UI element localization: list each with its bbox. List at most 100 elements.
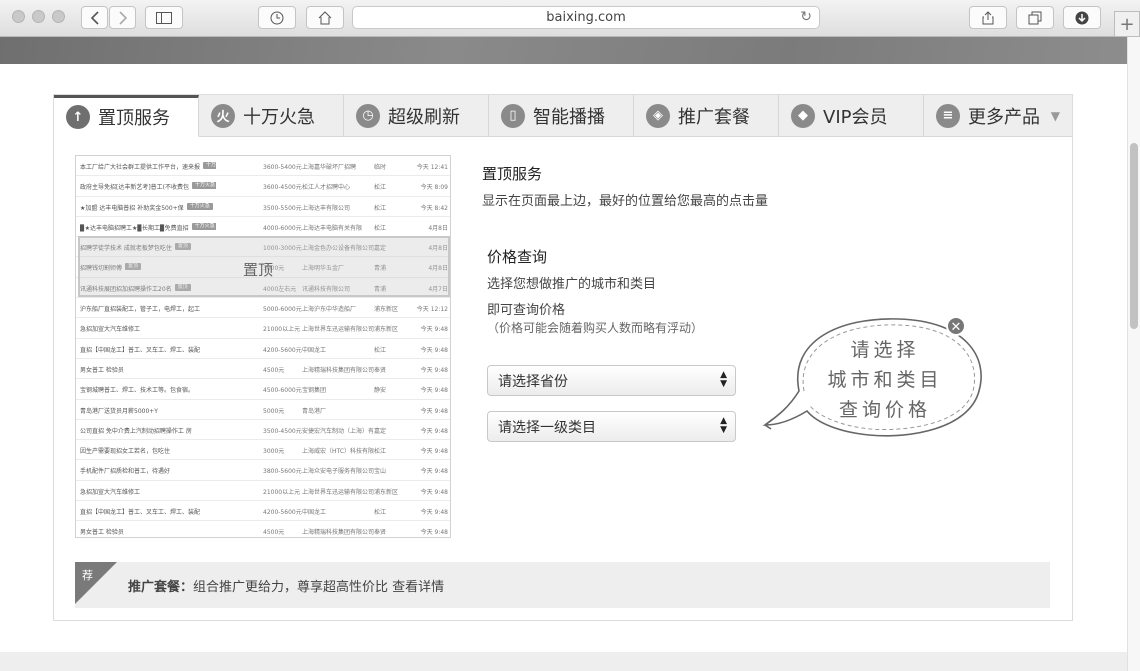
listing-title: 本工厂给广大社会群工提供工作平台，速来报 xyxy=(80,164,201,171)
tab-4[interactable]: ◈ 推广套餐 xyxy=(634,95,779,137)
listing-tag-badge: 十万火急 xyxy=(186,202,213,210)
listing-title-cell: 因生产需要现招女工若名，包吃住 xyxy=(80,446,216,455)
listing-salary: 3600-5400元 xyxy=(263,164,302,171)
tab-label: 更多产品 xyxy=(968,106,1040,128)
category-select-value: 请选择一级类目 xyxy=(498,419,596,436)
tab-3[interactable]: ▯ 智能播播 xyxy=(489,95,634,137)
listing-company: 上海众安电子服务有限公司 xyxy=(302,468,374,476)
listing-company: 松江人才招聘中心 xyxy=(302,184,351,192)
arrow-up-circle-icon: ↑ xyxy=(66,105,90,129)
listing-area: 松江 xyxy=(374,346,387,354)
scrollbar-thumb[interactable] xyxy=(1130,143,1138,329)
clock-refresh-icon: ◷ xyxy=(356,103,380,128)
listing-title-cell: 手机配件厂招质检和普工，待遇好 xyxy=(80,466,216,475)
listing-company: 上海嘉华破坏厂招聘 xyxy=(302,164,357,171)
category-select[interactable]: 请选择一级类目 ▲ ▼ xyxy=(487,411,736,442)
close-window-button[interactable] xyxy=(12,10,25,23)
chevron-down-icon: ▼ xyxy=(1050,109,1060,123)
new-tab-button[interactable]: + xyxy=(1114,11,1140,37)
tabs-overview-button[interactable] xyxy=(1016,6,1054,29)
address-bar[interactable]: baixing.com ↻ xyxy=(352,6,820,29)
listing-title-cell: ★加盟 达丰电脑普招 补助奖金500+保 十万火急 xyxy=(80,202,216,212)
listing-time: 今天 9:48 xyxy=(420,366,448,374)
listing-company: 上海精瑞科技集团有限公司 xyxy=(302,529,374,537)
listing-tag-badge: 十万火急 xyxy=(203,162,216,169)
hint-bubble: 请选择 城市和类目 查询价格 ✕ xyxy=(759,311,1019,441)
back-button[interactable] xyxy=(81,6,108,29)
price-query-title: 价格查询 xyxy=(487,248,548,266)
tab-6[interactable]: ≡ 更多产品 ▼ xyxy=(924,95,1072,137)
listing-row: ▉★达丰电脑招聘工★▉长期工▉免费直招 十万火急 4000-6000元 上海达丰电脑有… xyxy=(76,217,450,238)
downloads-button[interactable] xyxy=(1063,6,1101,29)
province-select[interactable]: 请选择省份 ▲ ▼ xyxy=(487,365,736,396)
listing-time: 今天 8:09 xyxy=(420,184,448,192)
listing-salary: 3500-5500元 xyxy=(263,204,302,212)
listing-company: 安捷宏汽车制动（上海）有 xyxy=(302,427,374,435)
header-banner xyxy=(0,37,1127,64)
listing-salary: 21000以上元 xyxy=(263,488,301,496)
download-icon xyxy=(1075,11,1089,24)
listing-area: 奉贤 xyxy=(374,529,387,537)
listing-area: 松江 xyxy=(374,224,387,232)
listing-time: 今天 9:48 xyxy=(420,468,448,476)
listing-title-cell: 政府主导免招[达丰新艺考]普工(不收费包 十万火急 xyxy=(80,182,216,191)
price-query-note: （价格可能会随着购买人数而略有浮动） xyxy=(487,321,704,335)
product-panel: ↑ 置顶服务 火十万火急 ◷ 超级刷新 ▯ 智能播播 ◈ 推广套餐 ◆ VIP会员 ≡ 更多产品 ▼ 本工… xyxy=(53,94,1073,621)
listing-time: 今天 9:48 xyxy=(420,509,448,517)
listing-salary: 21000以上元 xyxy=(263,326,301,334)
forward-button[interactable] xyxy=(109,6,136,29)
listing-area: 临时 xyxy=(374,164,387,171)
listing-title-cell: 本工厂给广大社会群工提供工作平台，速来报十万火急 xyxy=(80,162,216,171)
flame-icon: 火 xyxy=(211,103,235,128)
share-button[interactable] xyxy=(969,6,1007,29)
tab-1[interactable]: 火十万火急 xyxy=(199,95,344,137)
select-arrows-icon: ▲ ▼ xyxy=(720,416,727,435)
listing-time: 今天 12:41 xyxy=(416,164,448,171)
footer-band xyxy=(0,652,1127,671)
listing-time: 今天 9:48 xyxy=(420,346,448,354)
history-button[interactable] xyxy=(258,6,296,29)
view-details-link[interactable]: 查看详情 xyxy=(392,580,444,595)
listing-title-cell: 男女普工 检验员 xyxy=(80,365,216,374)
listing-row: 直招【中国龙工】普工、叉车工、焊工、装配 4200-5600元 中国龙工 松江 今天 9… xyxy=(76,339,450,359)
minimize-window-button[interactable] xyxy=(32,10,45,23)
listing-salary: 3800-5600元 xyxy=(263,468,302,476)
listing-time: 今天 9:48 xyxy=(420,448,448,456)
sidebar-button[interactable] xyxy=(145,6,183,29)
listing-title: 宝钢城聘普工、焊工、技术工等。包食宿。 xyxy=(80,387,195,395)
listing-company: 宝钢集团 xyxy=(302,387,327,395)
home-icon xyxy=(318,10,332,24)
clock-icon xyxy=(270,11,284,24)
listing-row: 急招加宣大汽车维修工 21000以上元 上海世界车迅运输有限公司 浦东新区 今天 9:4… xyxy=(76,318,450,339)
listing-title: 青岛港厂送货员月薪5000+Y xyxy=(80,407,158,415)
home-button[interactable] xyxy=(306,6,344,29)
price-query-instruction: 选择您想做推广的城市和类目 xyxy=(487,277,657,292)
tab-0[interactable]: ↑ 置顶服务 xyxy=(54,95,199,137)
chevron-right-icon xyxy=(118,10,127,25)
recommend-label: 推广套餐： xyxy=(128,580,194,595)
listing-row: ★加盟 达丰电脑普招 补助奖金500+保 十万火急 3500-5500元 上海达丰有限… xyxy=(76,197,450,217)
listing-title-cell: 公司直招 免中介费上汽制动招聘操作工 房 xyxy=(80,426,216,435)
listing-row: 因生产需要现招女工若名，包吃住 3000元 上海威宏（HTC）科技有限 松江 今天 9:… xyxy=(76,440,450,461)
service-title: 置顶服务 xyxy=(482,165,543,183)
tab-2[interactable]: ◷ 超级刷新 xyxy=(344,95,489,137)
listing-time: 4月8日 xyxy=(428,224,448,232)
listing-title: 男女普工 检验员 xyxy=(80,366,124,374)
chevron-left-icon xyxy=(90,10,99,25)
tab-label: 智能播播 xyxy=(533,106,605,128)
bubble-line-1: 请选择 xyxy=(850,339,920,361)
list-icon: ≡ xyxy=(936,103,960,128)
listing-row: 直招【中国龙工】普工、叉车工、焊工、装配 4200-5600元 中国龙工 松江 今天 9… xyxy=(76,501,450,522)
listing-preview: 本工厂给广大社会群工提供工作平台，速来报十万火急 3600-5400元上海嘉华破坏… xyxy=(75,155,451,538)
reload-icon[interactable]: ↻ xyxy=(800,9,812,25)
listing-company: 上海世界车迅运输有限公司 xyxy=(302,488,374,496)
tab-5[interactable]: ◆ VIP会员 xyxy=(779,95,924,137)
listing-title: 公司直招 免中介费上汽制动招聘操作工 房 xyxy=(80,427,192,435)
recommend-text: 推广套餐：组合推广更给力，尊享超高性价比 查看详情 xyxy=(128,576,444,595)
scrollbar[interactable] xyxy=(1127,37,1140,671)
sidebar-icon xyxy=(156,11,172,24)
zoom-window-button[interactable] xyxy=(52,10,65,23)
tabs-icon xyxy=(1028,11,1042,24)
listing-row: 宝钢城聘普工、焊工、技术工等。包食宿。 4500-6000元 宝钢集团 静安 今天 9:… xyxy=(76,379,450,400)
close-icon[interactable]: ✕ xyxy=(946,316,966,336)
